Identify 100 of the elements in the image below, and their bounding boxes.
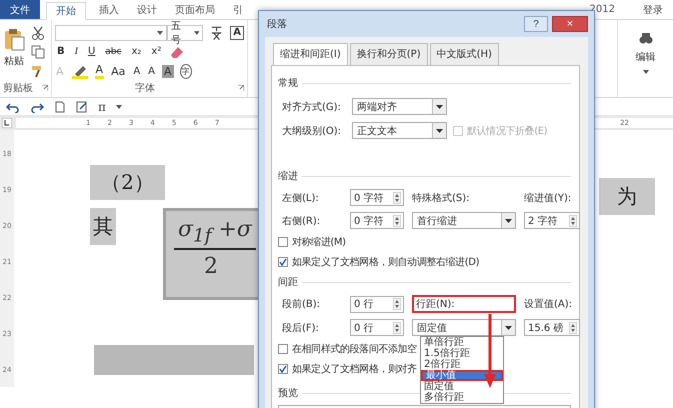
checkbox[interactable] bbox=[278, 364, 288, 374]
checkbox[interactable] bbox=[278, 257, 288, 267]
section-heading: 常规 bbox=[278, 76, 298, 90]
edit-document-icon[interactable] bbox=[76, 100, 88, 112]
checkbox-label: 默认情况下折叠(E) bbox=[467, 124, 548, 138]
spin-field[interactable]: 15.6 磅 bbox=[524, 319, 580, 336]
dropdown[interactable]: 首行缩进 bbox=[412, 212, 516, 229]
clipboard-icon bbox=[3, 27, 25, 51]
sign-in-link[interactable]: 登录 bbox=[643, 2, 663, 16]
spinner-arrows-icon[interactable] bbox=[393, 214, 401, 226]
ribbon-tab[interactable]: 设计 bbox=[128, 0, 166, 19]
dialog-tab[interactable]: 换行和分页(P) bbox=[350, 43, 428, 65]
format-button[interactable]: x₂ bbox=[129, 46, 144, 58]
field-label: 大纲级别(O): bbox=[282, 124, 342, 138]
font-color-button[interactable]: A bbox=[94, 64, 104, 79]
list-option[interactable]: 固定值 bbox=[421, 381, 503, 392]
format-button[interactable]: abc bbox=[103, 46, 124, 57]
format-button[interactable]: B bbox=[55, 46, 67, 58]
checkbox[interactable] bbox=[278, 237, 288, 247]
ribbon-tab[interactable]: 插入 bbox=[90, 0, 128, 19]
spin-field[interactable]: 2 字符 bbox=[524, 212, 580, 229]
highlighter-icon[interactable] bbox=[70, 63, 89, 80]
checkbox[interactable] bbox=[278, 344, 288, 354]
ribbon-tab[interactable]: 页面布局 bbox=[166, 0, 224, 19]
field-label: 缩进值(Y): bbox=[524, 192, 572, 204]
shrink-font-button[interactable]: A bbox=[147, 66, 156, 77]
section-heading: 预览 bbox=[278, 387, 298, 400]
document-text: 为 bbox=[599, 178, 655, 215]
caret-icon bbox=[642, 70, 648, 74]
checkbox-label: 如果定义了文档网格，则对齐 bbox=[292, 362, 417, 376]
eraser-icon[interactable] bbox=[169, 44, 186, 59]
scissors-icon[interactable] bbox=[31, 26, 45, 40]
binoculars-icon[interactable] bbox=[638, 32, 652, 44]
dialog-launcher-icon[interactable] bbox=[238, 84, 244, 91]
dropdown[interactable]: 两端对齐 bbox=[352, 98, 447, 115]
caret-icon bbox=[436, 104, 443, 108]
tab-selector-icon[interactable] bbox=[2, 118, 12, 128]
change-case-button[interactable]: Aa bbox=[110, 64, 126, 78]
field-label: 段后(F): bbox=[282, 322, 320, 334]
editing-button[interactable]: 编辑 bbox=[636, 50, 656, 64]
formula-numerator: σ$_{1f}$ +σ bbox=[174, 211, 256, 250]
font-name-field[interactable] bbox=[55, 24, 167, 41]
section-heading: 间距 bbox=[278, 276, 298, 289]
spin-field[interactable]: 0 字符 bbox=[350, 189, 404, 206]
format-button[interactable]: I bbox=[72, 46, 80, 58]
dropdown[interactable]: 正文文本 bbox=[352, 122, 447, 139]
spin-field[interactable]: 0 行 bbox=[350, 296, 404, 312]
field-label: 行距(N): bbox=[412, 295, 516, 313]
equation-button[interactable]: π bbox=[98, 100, 106, 114]
help-button[interactable]: ? bbox=[524, 16, 548, 32]
field-label: 特殊格式(S): bbox=[412, 192, 471, 204]
format-button[interactable]: U bbox=[86, 46, 98, 58]
spin-field[interactable]: 0 字符 bbox=[350, 212, 404, 229]
field-label: 左侧(L): bbox=[282, 192, 320, 204]
caret-icon bbox=[194, 30, 200, 35]
caret-icon bbox=[505, 218, 512, 222]
dropdown[interactable]: 固定值 bbox=[412, 319, 516, 336]
list-option[interactable]: 单倍行距 bbox=[421, 337, 503, 348]
list-option[interactable]: 多倍行距 bbox=[421, 392, 503, 403]
list-option[interactable]: 1.5倍行距 bbox=[421, 348, 503, 359]
dialog-launcher-icon[interactable] bbox=[42, 85, 48, 91]
field-label: 设置值(A): bbox=[524, 298, 574, 311]
equation-number: （2） bbox=[90, 165, 165, 200]
spinner-arrows-icon[interactable] bbox=[393, 192, 401, 204]
section-heading: 缩进 bbox=[278, 170, 298, 183]
spinner-arrows-icon[interactable] bbox=[393, 322, 401, 334]
list-option[interactable]: 2倍行距 bbox=[421, 359, 503, 370]
dialog-tab[interactable]: 中文版式(H) bbox=[430, 43, 499, 65]
close-button[interactable]: × bbox=[552, 16, 588, 32]
file-tab[interactable]: 文件 bbox=[0, 0, 40, 19]
group-label: 字体 bbox=[135, 82, 155, 95]
caret-icon bbox=[505, 326, 512, 330]
dialog-tab[interactable]: 缩进和间距(I) bbox=[273, 43, 348, 66]
caret-icon[interactable] bbox=[116, 104, 122, 108]
spinner-arrows-icon[interactable] bbox=[393, 298, 401, 310]
checkbox-label: 对称缩进(M) bbox=[292, 236, 346, 249]
phonetic-guide-icon[interactable] bbox=[209, 24, 224, 41]
ribbon-tab[interactable]: 引 bbox=[224, 0, 252, 19]
redo-icon[interactable] bbox=[30, 100, 44, 112]
checkbox-label: 在相同样式的段落间不添加空 bbox=[292, 342, 417, 356]
enclose-characters-button[interactable]: 字 bbox=[180, 64, 192, 79]
formula-denominator: 2 bbox=[203, 253, 218, 280]
list-option[interactable]: 最小值 bbox=[421, 370, 503, 381]
paste-button[interactable]: 粘贴 bbox=[3, 23, 25, 81]
format-button[interactable]: x² bbox=[149, 46, 164, 58]
new-document-icon[interactable] bbox=[54, 100, 66, 112]
field-label: 右侧(R): bbox=[282, 214, 322, 228]
character-border-button[interactable]: A bbox=[230, 26, 244, 40]
grow-font-button[interactable]: A bbox=[132, 66, 142, 77]
spin-field[interactable]: 0 行 bbox=[350, 319, 404, 336]
dialog-title: 段落 bbox=[267, 18, 288, 31]
caret-icon bbox=[156, 30, 163, 35]
spinner-arrows-icon[interactable] bbox=[569, 214, 577, 226]
ribbon-tab[interactable]: 开始 bbox=[46, 2, 86, 20]
group-label: 剪贴板 bbox=[3, 82, 33, 95]
spinner-arrows-icon[interactable] bbox=[569, 322, 577, 334]
undo-icon[interactable] bbox=[6, 100, 20, 112]
copy-icon[interactable] bbox=[31, 45, 45, 59]
character-shading-button[interactable]: A bbox=[162, 64, 174, 78]
field-label: 段前(B): bbox=[282, 298, 322, 311]
